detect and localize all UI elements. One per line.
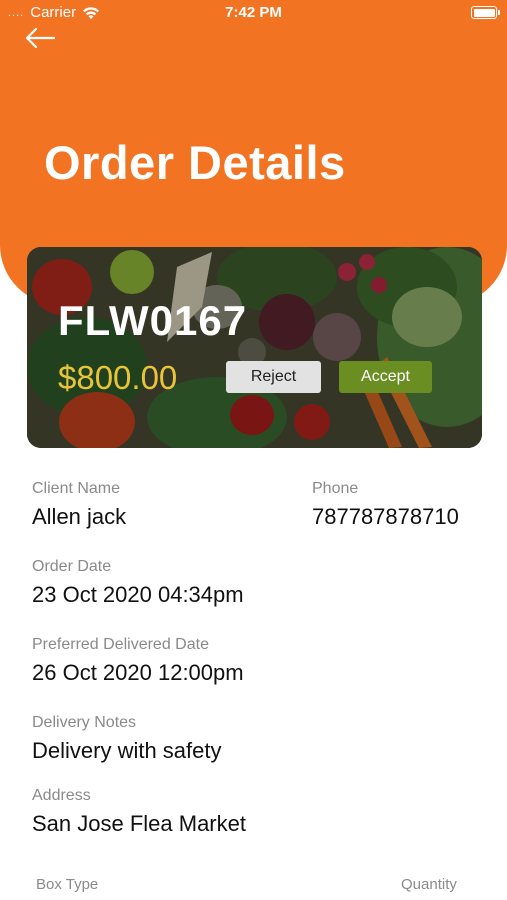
delivery-notes-label: Delivery Notes	[32, 714, 137, 731]
phone-field: Phone 787787878710	[312, 480, 459, 530]
phone-value: 787787878710	[312, 504, 459, 529]
address-label: Address	[32, 787, 91, 804]
box-type-header: Box Type	[36, 876, 99, 893]
arrow-left-icon[interactable]	[24, 26, 56, 50]
order-date-field: Order Date 23 Oct 2020 04:34pm	[32, 558, 244, 608]
accept-button[interactable]: Accept	[339, 361, 432, 393]
order-card: FLW0167 $800.00 Reject Accept	[27, 247, 482, 448]
page-title: Order Details	[44, 136, 346, 189]
delivery-notes-field: Delivery Notes Delivery with safety	[32, 714, 222, 764]
status-bar: .... Carrier 7:42 PM	[0, 0, 507, 26]
order-date-label: Order Date	[32, 558, 112, 575]
preferred-date-value: 26 Oct 2020 12:00pm	[32, 660, 244, 685]
reject-button[interactable]: Reject	[226, 361, 321, 393]
phone-label: Phone	[312, 480, 359, 497]
order-id: FLW0167	[58, 297, 248, 344]
status-time: 7:42 PM	[225, 4, 282, 21]
order-price: $800.00	[58, 359, 178, 396]
client-name-field: Client Name Allen jack	[32, 480, 126, 530]
order-date-value: 23 Oct 2020 04:34pm	[32, 582, 244, 607]
client-name-label: Client Name	[32, 480, 121, 497]
preferred-date-label: Preferred Delivered Date	[32, 636, 209, 653]
battery-icon	[471, 6, 500, 19]
preferred-date-field: Preferred Delivered Date 26 Oct 2020 12:…	[32, 636, 244, 686]
address-field: Address San Jose Flea Market	[32, 787, 246, 837]
card-overlay	[27, 247, 482, 448]
delivery-notes-value: Delivery with safety	[32, 738, 222, 763]
quantity-header: Quantity	[401, 876, 457, 893]
client-name-value: Allen jack	[32, 504, 127, 529]
address-value: San Jose Flea Market	[32, 811, 246, 836]
